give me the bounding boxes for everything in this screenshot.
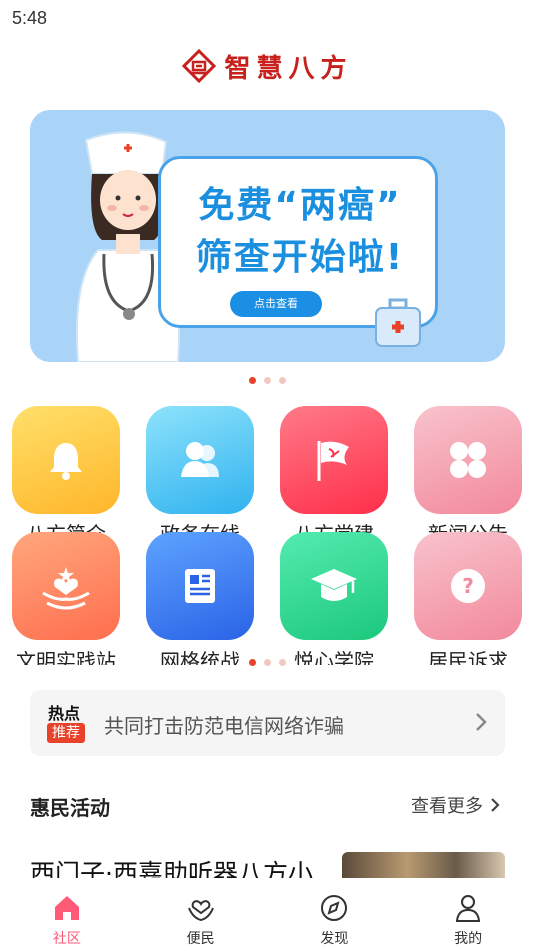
recommend-badge: 推荐 [47, 723, 85, 743]
status-time: 5:48 [12, 8, 48, 28]
banner-headline-1: 免费“两癌” [198, 185, 402, 226]
grid-item-government[interactable] [146, 406, 254, 514]
tab-label: 发现 [320, 931, 349, 947]
view-more-label: 查看更多 [411, 796, 483, 817]
banner-dot-active[interactable] [249, 377, 256, 384]
heart-hands-icon [42, 567, 90, 610]
activity-thumbnail [342, 852, 505, 878]
view-more-link[interactable]: 查看更多 [411, 792, 501, 818]
grid-item-news[interactable] [414, 406, 522, 514]
banner-dot[interactable] [264, 377, 271, 384]
grid-item-civilization[interactable] [12, 532, 120, 640]
activity-title: 西门子·西嘉助听器八方小 [30, 859, 313, 878]
activity-card[interactable]: 西门子·西嘉助听器八方小 [30, 852, 505, 878]
hot-tag: 热点 [48, 704, 81, 723]
first-aid-kit-icon [375, 298, 421, 347]
question-icon: ? [451, 569, 485, 603]
grid-item-intro[interactable] [12, 406, 120, 514]
tab-label: 便民 [186, 931, 215, 947]
brand-name: 智慧八方 [224, 53, 353, 84]
grid-pager [0, 659, 535, 669]
grid-item-grid-united[interactable] [146, 532, 254, 640]
grid-dot[interactable] [264, 659, 271, 666]
grid-clover-icon [450, 442, 486, 478]
svg-text:?: ? [462, 574, 474, 598]
tab-label: 社区 [52, 931, 81, 947]
people-icon [181, 442, 219, 477]
bell-icon [50, 443, 82, 480]
banner-dot[interactable] [279, 377, 286, 384]
section-title: 惠民活动 [30, 796, 110, 820]
brand-logo-icon [182, 49, 217, 83]
banner-pager [0, 377, 535, 387]
chevron-right-icon [476, 713, 487, 731]
grid-dot-active[interactable] [249, 659, 256, 666]
hot-news-bar[interactable]: 热点 推荐 共同打击防范电信网络诈骗 [30, 690, 505, 756]
home-icon [54, 896, 79, 920]
hot-news-text: 共同打击防范电信网络诈骗 [104, 714, 344, 738]
tab-community[interactable]: 社区 [0, 878, 134, 951]
compass-icon [321, 895, 348, 921]
tab-convenience[interactable]: 便民 [134, 878, 268, 951]
banner-headline-2: 筛查开始啦! [195, 237, 405, 278]
newspaper-icon [185, 569, 215, 603]
tab-discover[interactable]: 发现 [268, 878, 402, 951]
chevron-right-icon [491, 798, 500, 812]
banner-view-button[interactable]: 点击查看 [230, 291, 322, 317]
grid-dot[interactable] [279, 659, 286, 666]
status-bar: 5:48 [0, 0, 535, 38]
party-flag-icon [317, 441, 349, 481]
promo-banner[interactable]: 免费“两癌” 筛查开始啦! 点击查看 [30, 110, 505, 362]
grid-item-appeal[interactable]: ? [414, 532, 522, 640]
tab-mine[interactable]: 我的 [401, 878, 535, 951]
grid-item-academy[interactable] [280, 532, 388, 640]
graduation-cap-icon [311, 569, 357, 601]
heart-hand-icon [187, 900, 214, 922]
tab-label: 我的 [454, 931, 483, 947]
brand-header: 智慧八方 [0, 44, 535, 88]
grid-item-party[interactable] [280, 406, 388, 514]
bottom-tab-bar: 社区 便民 发现 我的 [0, 878, 535, 951]
user-icon [456, 895, 481, 922]
